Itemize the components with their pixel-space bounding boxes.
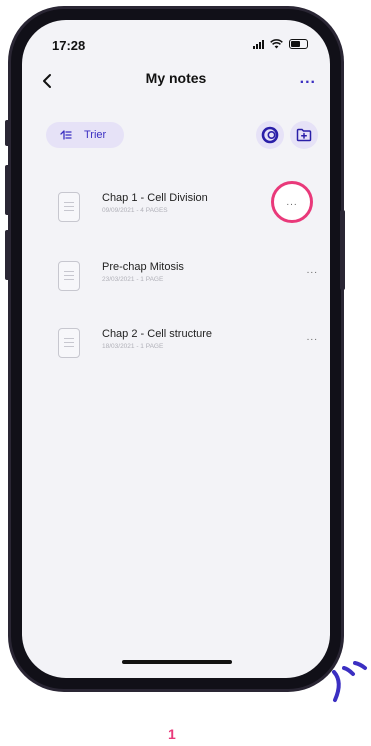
status-time: 17:28	[52, 38, 86, 53]
phone-frame: 17:28 My notes ... Trier Chap 1 - Cell D…	[8, 6, 344, 692]
phone-power-button	[340, 210, 345, 290]
note-title: Chap 2 - Cell structure	[102, 328, 213, 340]
note-meta: 09/09/2021 - 4 PAGES	[102, 207, 168, 214]
note-more-button-highlighted[interactable]: ...	[271, 181, 313, 223]
ring-icon	[261, 126, 279, 144]
tap-indicator-icon	[332, 661, 367, 702]
note-title: Chap 1 - Cell Division	[102, 192, 208, 204]
sort-label: Trier	[84, 129, 107, 141]
add-folder-button[interactable]	[290, 121, 318, 149]
phone-side-button	[5, 120, 10, 146]
sort-button[interactable]: Trier	[46, 122, 124, 148]
document-icon	[58, 328, 80, 358]
app-screen: 17:28 My notes ... Trier Chap 1 - Cell D…	[22, 20, 330, 678]
page-title: My notes	[145, 70, 207, 86]
add-folder-icon	[296, 128, 312, 142]
wifi-icon	[270, 39, 283, 49]
note-title: Pre-chap Mitosis	[102, 261, 184, 273]
phone-side-button	[5, 230, 10, 280]
note-more-button[interactable]: ...	[307, 265, 318, 276]
battery-icon	[289, 39, 308, 49]
sort-icon	[60, 130, 72, 140]
note-item[interactable]: Pre-chap Mitosis 23/03/2021 - 1 PAGE ...	[58, 261, 318, 297]
signal-icon	[253, 39, 264, 49]
phone-side-button	[5, 165, 10, 215]
document-icon	[58, 261, 80, 291]
note-item[interactable]: Chap 2 - Cell structure 18/03/2021 - 1 P…	[58, 328, 318, 364]
status-icons	[253, 39, 308, 49]
note-more-button[interactable]: ...	[307, 332, 318, 343]
home-indicator[interactable]	[122, 660, 232, 664]
note-meta: 18/03/2021 - 1 PAGE	[102, 343, 164, 350]
step-number: 1	[168, 726, 176, 742]
document-icon	[58, 192, 80, 222]
ring-button[interactable]	[256, 121, 284, 149]
note-meta: 23/03/2021 - 1 PAGE	[102, 276, 164, 283]
more-button[interactable]: ...	[300, 70, 316, 88]
